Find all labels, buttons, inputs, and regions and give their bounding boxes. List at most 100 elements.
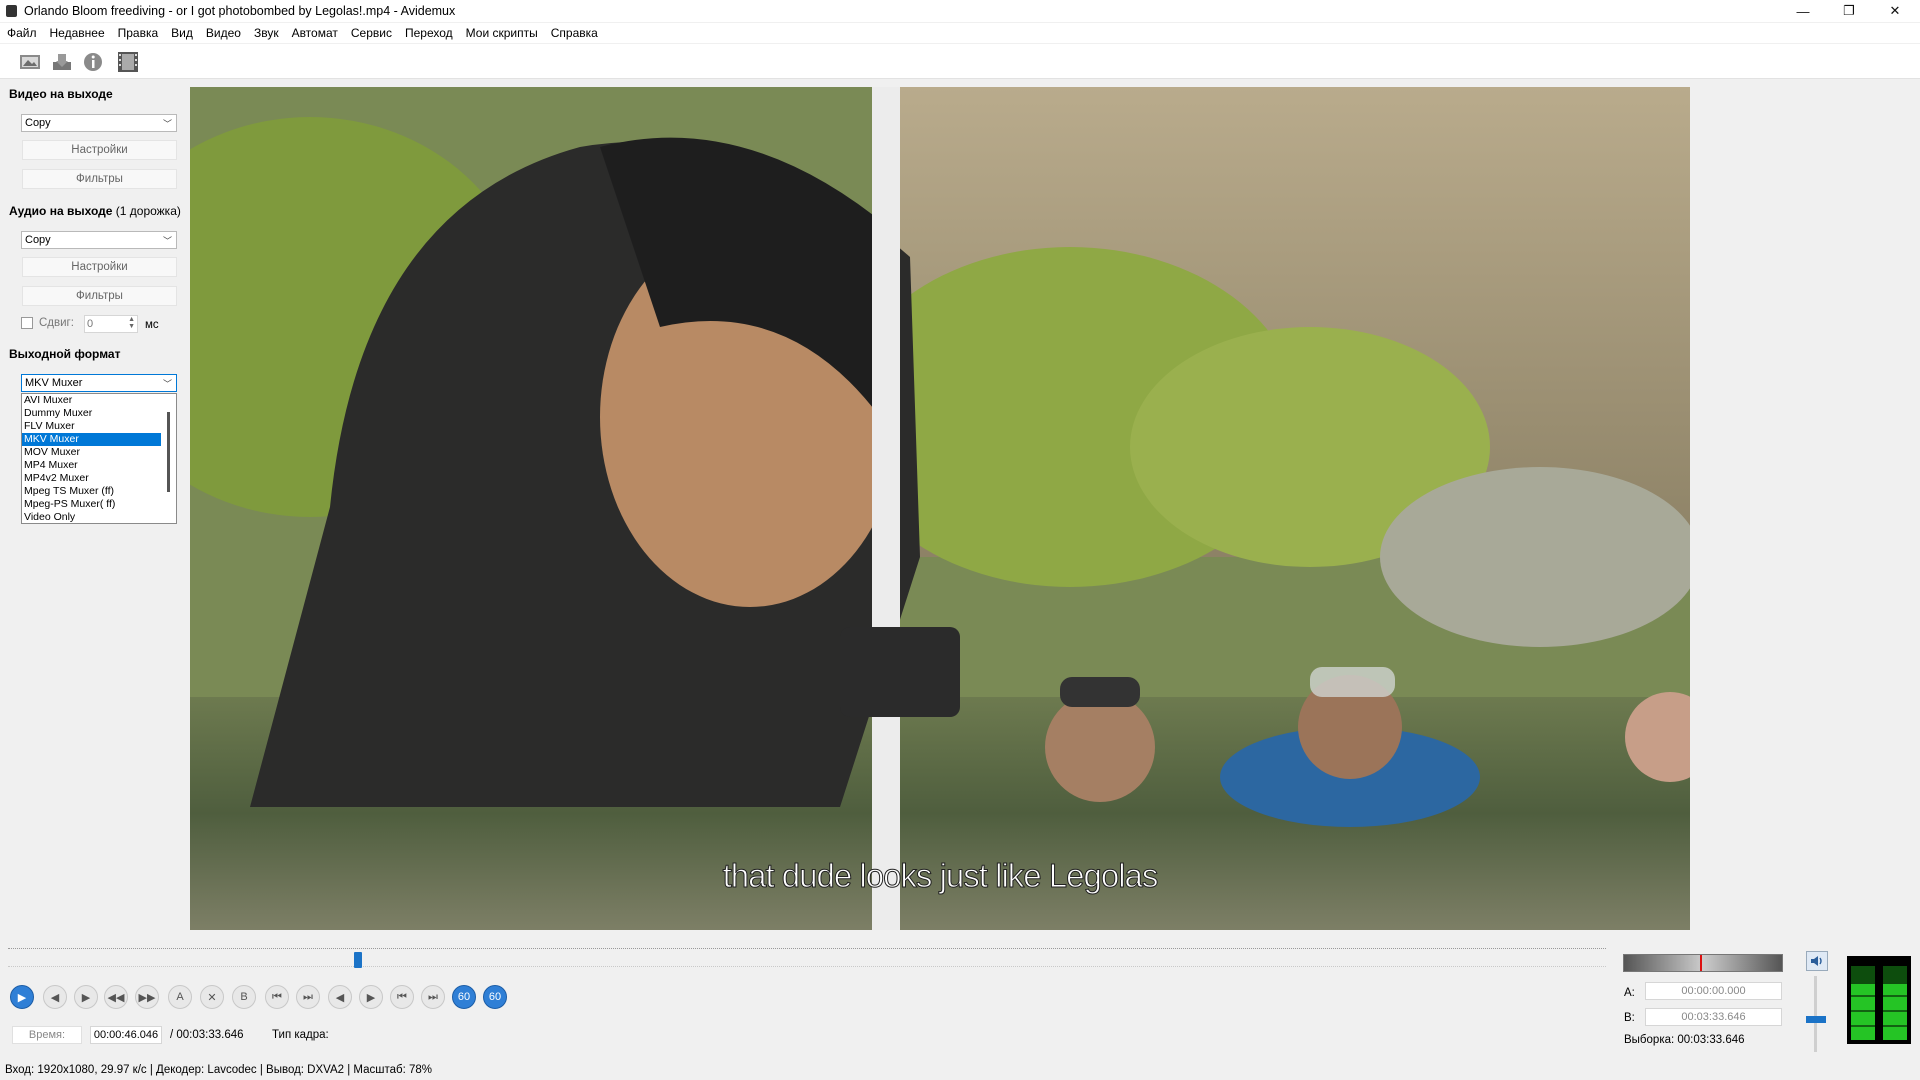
dropdown-scrollbar[interactable] [162, 395, 175, 522]
output-format-title: Выходной формат [9, 347, 121, 361]
status-text: Вход: 1920x1080, 29.97 к/с | Декодер: La… [5, 1064, 433, 1076]
shift-checkbox[interactable] [21, 317, 33, 329]
timeline-track [8, 948, 1606, 949]
menu-view[interactable]: Вид [164, 26, 199, 40]
menu-go[interactable]: Переход [398, 26, 459, 40]
audio-output-title-text: Аудио на выходе [9, 204, 113, 218]
prev-black-button[interactable]: ⏮ [265, 985, 289, 1009]
zoom-bar[interactable] [1623, 954, 1783, 972]
video-subtitle: that dude looks just like Legolas [722, 857, 1159, 895]
film-icon[interactable] [115, 50, 141, 74]
open-image-icon[interactable] [17, 50, 43, 74]
audio-level-meter [1847, 956, 1911, 1044]
audio-output-title: Аудио на выходе (1 дорожка) [9, 204, 181, 218]
shift-input[interactable]: 0 ▲ ▼ [84, 315, 138, 333]
prev-frame-button[interactable]: ◀ [43, 985, 67, 1009]
avidemux-app-icon [6, 5, 17, 17]
window-title: Orlando Bloom freediving - or I got phot… [24, 4, 456, 18]
audio-track-count: (1 дорожка) [115, 204, 181, 218]
current-time-input[interactable]: 00:00:46.046 [90, 1026, 162, 1044]
minimize-button[interactable]: — [1780, 0, 1826, 22]
menu-auto[interactable]: Автомат [285, 26, 344, 40]
video-codec-value: Copy [25, 117, 51, 129]
chevron-down-icon: ﹀ [162, 119, 172, 129]
timeline-position-marker[interactable] [354, 952, 362, 968]
play-button[interactable]: ▶ [10, 985, 34, 1009]
restore-button[interactable]: ❐ [1826, 0, 1872, 22]
next-black-button[interactable]: ⏭ [296, 985, 320, 1009]
audio-codec-value: Copy [25, 234, 51, 246]
set-marker-a-button[interactable]: A [168, 985, 192, 1009]
menu-file[interactable]: Файл [0, 26, 43, 40]
time-label: Время: [12, 1026, 82, 1044]
save-icon[interactable] [49, 50, 75, 74]
toolbar [0, 44, 1920, 79]
chevron-down-icon: ﹀ [162, 236, 172, 246]
audio-settings-button[interactable]: Настройки [22, 257, 177, 277]
spin-arrows-icon[interactable]: ▲ ▼ [128, 316, 135, 330]
list-item[interactable]: FLV Muxer [22, 420, 161, 433]
menu-recent[interactable]: Недавнее [43, 26, 111, 40]
video-preview: that dude looks just like Legolas [190, 87, 1690, 930]
close-button[interactable]: ✕ [1872, 0, 1918, 22]
output-format-dropdown-list: AVI Muxer Dummy Muxer FLV Muxer MKV Muxe… [21, 393, 177, 524]
marker-a-label: A: [1624, 987, 1635, 999]
output-format-value: MKV Muxer [25, 377, 83, 389]
status-bar: Вход: 1920x1080, 29.97 к/с | Декодер: La… [0, 1060, 1920, 1080]
menu-tools[interactable]: Сервис [344, 26, 398, 40]
marker-b-label: B: [1624, 1012, 1635, 1024]
list-item[interactable]: Video Only [22, 511, 161, 523]
audio-codec-select[interactable]: Copy ﹀ [21, 231, 177, 249]
list-item[interactable]: MP4v2 Muxer [22, 472, 161, 485]
next-frame-button[interactable]: ▶ [74, 985, 98, 1009]
scrollbar-thumb[interactable] [167, 412, 170, 492]
video-frame-image [190, 87, 1690, 930]
frame-type-label: Тип кадра: [272, 1029, 329, 1041]
marker-b-value: 00:03:33.646 [1645, 1008, 1782, 1026]
list-item[interactable]: Mpeg TS Muxer (ff) [22, 485, 161, 498]
set-marker-b-button[interactable]: B [232, 985, 256, 1009]
forward-60-button[interactable]: 60 [483, 985, 507, 1009]
speaker-icon[interactable] [1806, 951, 1828, 971]
selection-duration: Выборка: 00:03:33.646 [1624, 1034, 1745, 1046]
list-item[interactable]: Dummy Muxer [22, 407, 161, 420]
shift-unit: мс [145, 319, 159, 331]
audio-filters-button[interactable]: Фильтры [22, 286, 177, 306]
video-output-title: Видео на выходе [9, 87, 113, 101]
menu-video[interactable]: Видео [199, 26, 247, 40]
list-item[interactable]: Mpeg-PS Muxer( ff) [22, 498, 161, 511]
list-item[interactable]: MP4 Muxer [22, 459, 161, 472]
menu-my-scripts[interactable]: Мои скрипты [459, 26, 544, 40]
shift-value: 0 [87, 318, 94, 330]
goto-marker-a-button[interactable]: ◀ [328, 985, 352, 1009]
shift-label: Сдвиг: [39, 317, 74, 329]
list-item[interactable]: AVI Muxer [22, 394, 161, 407]
menu-help[interactable]: Справка [544, 26, 604, 40]
info-icon[interactable] [80, 50, 106, 74]
zoom-bar-needle [1700, 955, 1702, 971]
back-60-button[interactable]: 60 [452, 985, 476, 1009]
total-time: / 00:03:33.646 [170, 1029, 244, 1041]
video-filters-button[interactable]: Фильтры [22, 169, 177, 189]
marker-a-value: 00:00:00.000 [1645, 982, 1782, 1000]
first-frame-button[interactable]: ⏮ [390, 985, 414, 1009]
chevron-down-icon: ﹀ [162, 379, 172, 389]
timeline-track-lower [8, 966, 1606, 967]
last-frame-button[interactable]: ⏭ [421, 985, 445, 1009]
goto-marker-b-button[interactable]: ▶ [359, 985, 383, 1009]
list-item[interactable]: MOV Muxer [22, 446, 161, 459]
volume-slider-thumb[interactable] [1806, 1016, 1826, 1023]
title-bar: Orlando Bloom freediving - or I got phot… [0, 0, 1920, 22]
list-item-selected[interactable]: MKV Muxer [22, 433, 161, 446]
timeline-slider[interactable] [8, 944, 1606, 970]
prev-keyframe-button[interactable]: ◀◀ [104, 985, 128, 1009]
menu-edit[interactable]: Правка [111, 26, 165, 40]
volume-slider[interactable] [1814, 976, 1817, 1052]
video-codec-select[interactable]: Copy ﹀ [21, 114, 177, 132]
video-settings-button[interactable]: Настройки [22, 140, 177, 160]
output-format-select[interactable]: MKV Muxer ﹀ [21, 374, 177, 392]
menu-audio[interactable]: Звук [247, 26, 285, 40]
delete-button[interactable]: ✕ [200, 985, 224, 1009]
menu-bar: Файл Недавнее Правка Вид Видео Звук Авто… [0, 23, 1920, 43]
next-keyframe-button[interactable]: ▶▶ [135, 985, 159, 1009]
